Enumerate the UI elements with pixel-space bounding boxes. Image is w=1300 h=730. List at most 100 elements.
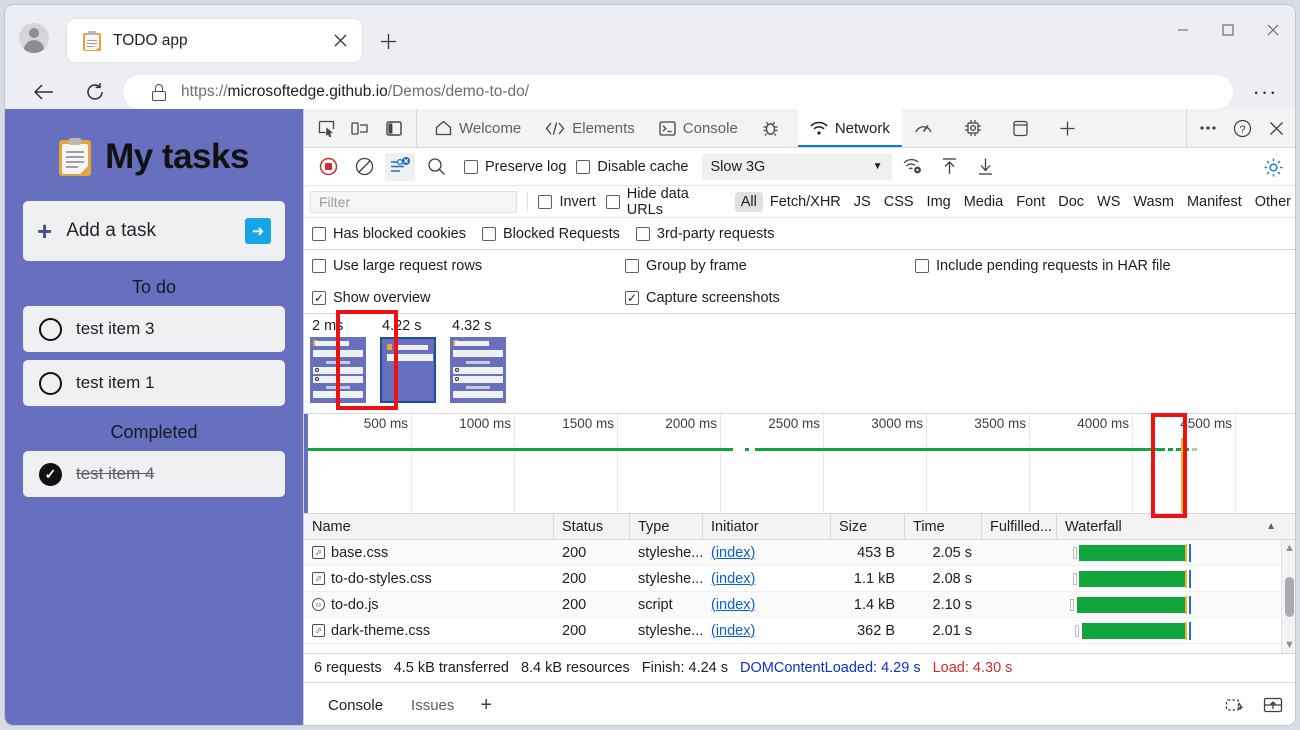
filter-type-manifest[interactable]: Manifest — [1181, 192, 1248, 212]
invert-checkbox[interactable]: Invert — [538, 194, 595, 210]
tab-console[interactable]: Console — [647, 109, 750, 147]
filter-input[interactable]: Filter — [310, 191, 517, 213]
column-header-waterfall[interactable]: Waterfall ▲ — [1057, 514, 1296, 540]
use-large-request-rows-checkbox[interactable]: Use large request rows — [312, 258, 625, 274]
reload-icon[interactable] — [79, 76, 111, 108]
dock-side-icon[interactable] — [379, 113, 409, 143]
restore-drawer-icon[interactable] — [1221, 692, 1249, 718]
table-row[interactable]: ⬀ to-do-styles.css 200 styleshe... (inde… — [304, 566, 1296, 592]
task-item[interactable]: test item 1 — [23, 360, 285, 406]
filmstrip-thumbnail[interactable] — [310, 337, 366, 403]
initiator-link[interactable]: (index) — [711, 545, 755, 561]
search-icon[interactable] — [421, 153, 451, 181]
initiator-link[interactable]: (index) — [711, 597, 755, 613]
table-row[interactable]: ⬀ dark-theme.css 200 styleshe... (index)… — [304, 618, 1296, 644]
disable-cache-checkbox[interactable]: Disable cache — [576, 159, 688, 175]
hide-data-urls-checkbox[interactable]: Hide data URLs — [606, 186, 729, 218]
help-icon[interactable]: ? — [1227, 113, 1257, 143]
record-stop-icon[interactable] — [313, 153, 343, 181]
column-header-initiator[interactable]: Initiator — [703, 514, 831, 540]
table-row[interactable]: ⬀ base.css 200 styleshe... (index) 453 B… — [304, 540, 1296, 566]
column-header-time[interactable]: Time — [905, 514, 982, 540]
add-panel-button[interactable] — [1047, 109, 1088, 147]
browser-settings-more-icon[interactable]: ··· — [1249, 77, 1281, 107]
wifi-settings-icon[interactable] — [898, 153, 928, 181]
tab-memory[interactable] — [952, 109, 1001, 147]
third-party-requests-checkbox[interactable]: 3rd-party requests — [636, 226, 775, 242]
column-header-fulfilled[interactable]: Fulfilled... — [982, 514, 1057, 540]
close-icon[interactable] — [326, 27, 354, 55]
download-icon[interactable] — [970, 153, 1000, 181]
inspect-icon[interactable] — [311, 113, 341, 143]
filter-type-js[interactable]: JS — [848, 192, 877, 212]
window-minimize-button[interactable] — [1160, 7, 1205, 53]
browser-tab[interactable]: TODO app — [67, 19, 362, 62]
window-close-button[interactable] — [1250, 7, 1295, 53]
device-toolbar-icon[interactable] — [345, 113, 375, 143]
network-overview-timeline[interactable]: 500 ms 1000 ms 1500 ms 2000 ms 2500 ms 3… — [304, 414, 1296, 514]
column-header-name[interactable]: Name — [304, 514, 554, 540]
tab-welcome[interactable]: Welcome — [423, 109, 533, 147]
throttling-select[interactable]: Slow 3G ▼ — [702, 154, 892, 180]
add-task-input[interactable]: + Add a task ➜ — [23, 201, 285, 261]
table-row[interactable]: ‹› to-do.js 200 script (index) 1.4 kB 2.… — [304, 592, 1296, 618]
column-header-size[interactable]: Size — [831, 514, 905, 540]
scrollbar-thumb[interactable] — [1285, 577, 1294, 617]
capture-screenshots-checkbox[interactable]: Capture screenshots — [625, 290, 915, 306]
filter-type-img[interactable]: Img — [921, 192, 957, 212]
drawer-add-tab-icon[interactable]: + — [468, 694, 504, 717]
task-checkbox-icon[interactable] — [39, 372, 62, 395]
task-checkbox-icon[interactable] — [39, 318, 62, 341]
close-devtools-icon[interactable] — [1261, 113, 1291, 143]
cell-initiator[interactable]: (index) — [703, 618, 831, 644]
filter-type-font[interactable]: Font — [1010, 192, 1051, 212]
drawer-tab-issues[interactable]: Issues — [397, 683, 468, 726]
filter-type-css[interactable]: CSS — [878, 192, 920, 212]
include-pending-har-checkbox[interactable]: Include pending requests in HAR file — [915, 258, 1171, 274]
filmstrip-frame-selected[interactable]: 4.22 s — [380, 314, 442, 403]
scroll-down-arrow-icon[interactable]: ▼ — [1284, 637, 1295, 653]
filter-type-all[interactable]: All — [735, 192, 763, 212]
column-header-type[interactable]: Type — [630, 514, 703, 540]
tab-application[interactable] — [1001, 109, 1047, 147]
tab-performance[interactable] — [902, 109, 952, 147]
add-task-submit-button[interactable]: ➜ — [245, 218, 271, 244]
filter-type-ws[interactable]: WS — [1091, 192, 1126, 212]
filmstrip-frame[interactable]: 4.32 s — [450, 314, 512, 403]
new-tab-button[interactable] — [373, 27, 403, 55]
cell-initiator[interactable]: (index) — [703, 592, 831, 618]
has-blocked-cookies-checkbox[interactable]: Has blocked cookies — [312, 226, 466, 242]
tab-debugger[interactable] — [750, 109, 798, 147]
group-by-frame-checkbox[interactable]: Group by frame — [625, 258, 915, 274]
profile-avatar[interactable] — [19, 23, 49, 53]
window-maximize-button[interactable] — [1205, 7, 1250, 53]
task-checkbox-checked-icon[interactable]: ✓ — [39, 463, 62, 486]
back-icon[interactable] — [27, 76, 59, 108]
more-options-icon[interactable] — [1193, 113, 1223, 143]
column-header-status[interactable]: Status — [554, 514, 630, 540]
cell-initiator[interactable]: (index) — [703, 540, 831, 566]
scroll-up-arrow-icon[interactable]: ▲ — [1284, 540, 1295, 556]
filter-type-fetch-xhr[interactable]: Fetch/XHR — [764, 192, 847, 212]
address-bar[interactable]: https://microsoftedge.github.io/Demos/de… — [123, 75, 1233, 109]
tab-network[interactable]: Network — [798, 109, 902, 147]
dock-drawer-icon[interactable] — [1259, 692, 1287, 718]
clear-icon[interactable] — [349, 153, 379, 181]
upload-icon[interactable] — [934, 153, 964, 181]
drawer-tab-console[interactable]: Console — [314, 683, 397, 726]
filmstrip-thumbnail[interactable] — [450, 337, 506, 403]
filter-type-doc[interactable]: Doc — [1052, 192, 1090, 212]
blocked-requests-checkbox[interactable]: Blocked Requests — [482, 226, 620, 242]
task-item[interactable]: ✓ test item 4 — [23, 451, 285, 497]
filmstrip-thumbnail[interactable] — [380, 337, 436, 403]
lock-icon[interactable] — [151, 84, 167, 101]
show-overview-checkbox[interactable]: Show overview — [312, 290, 625, 306]
filter-type-other[interactable]: Other — [1249, 192, 1296, 212]
filter-type-wasm[interactable]: Wasm — [1127, 192, 1180, 212]
filmstrip-frame[interactable]: 2 ms — [310, 314, 372, 403]
gear-icon[interactable] — [1259, 153, 1287, 181]
initiator-link[interactable]: (index) — [711, 623, 755, 639]
initiator-link[interactable]: (index) — [711, 571, 755, 587]
task-item[interactable]: test item 3 — [23, 306, 285, 352]
tab-elements[interactable]: Elements — [533, 109, 647, 147]
